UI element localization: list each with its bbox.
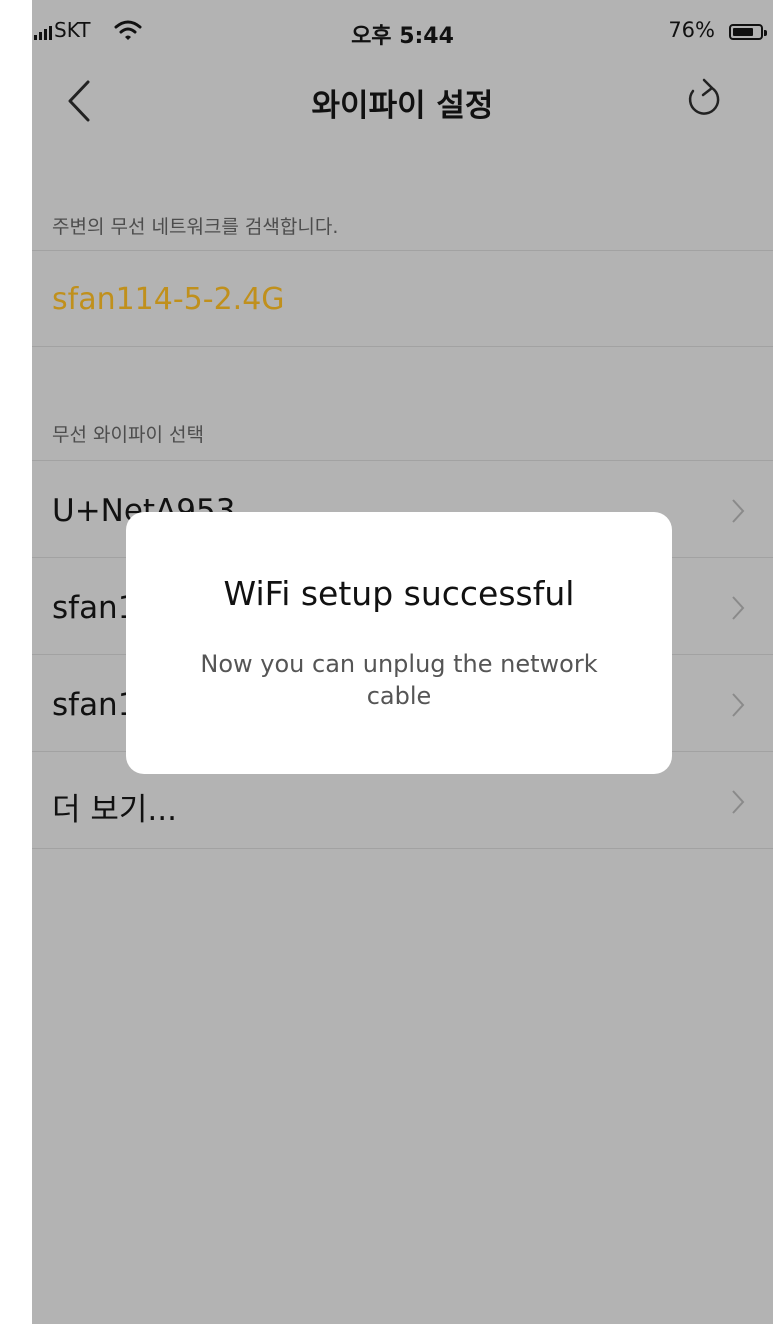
more-label: 더 보기... [52,792,177,828]
nearby-networks-header: 주변의 무선 네트워크를 검색합니다. [52,216,339,238]
select-wifi-header: 무선 와이파이 선택 [52,424,204,446]
success-dialog[interactable]: WiFi setup successful Now you can unplug… [126,512,672,774]
dialog-title: WiFi setup successful [223,574,575,613]
status-bar: SKT 오후 5:44 76% [32,0,773,60]
status-time: 오후 5:44 [351,24,454,49]
battery-icon [729,24,767,40]
chevron-right-icon [732,596,745,620]
page-title: 와이파이 설정 [311,88,494,124]
dialog-message: Now you can unplug the network cable [200,650,598,710]
wifi-item-label: sfan1 [52,687,138,723]
wifi-item-label: sfan1 [52,590,138,626]
battery-percent: 76% [668,18,715,42]
nav-bar: 와이파이 설정 [32,60,773,140]
chevron-right-icon [732,693,745,717]
divider [32,250,773,251]
divider [32,848,773,849]
current-network-name[interactable]: sfan114-5-2.4G [52,282,285,317]
divider [32,346,773,347]
chevron-right-icon [732,499,745,523]
refresh-icon[interactable] [682,72,726,124]
chevron-right-icon [732,790,745,814]
